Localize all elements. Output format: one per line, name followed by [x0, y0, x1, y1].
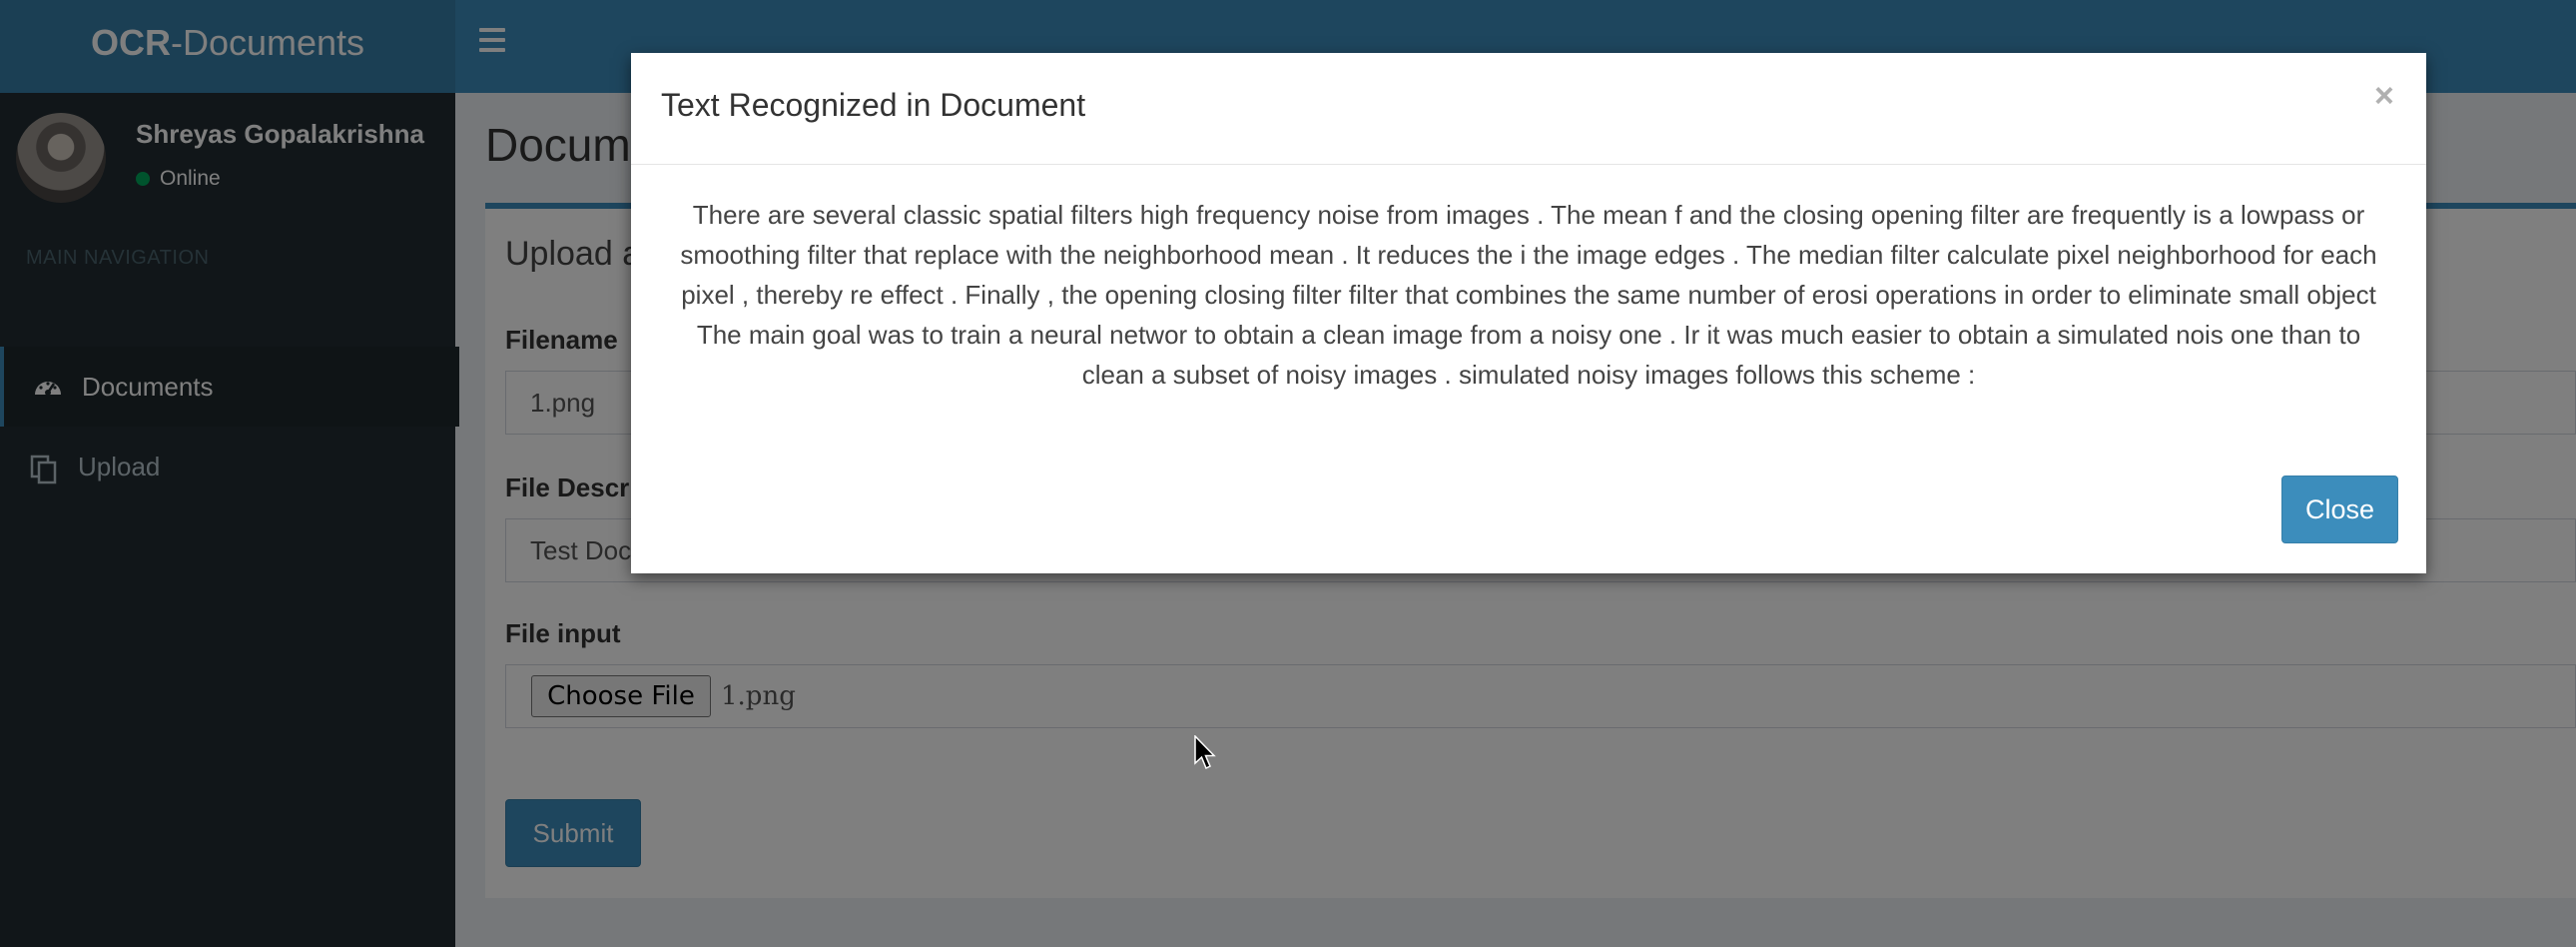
close-icon[interactable]: × [2374, 77, 2394, 116]
recognized-text-line: The main goal was to train a neural netw… [696, 320, 2361, 350]
recognized-text-line: There are several classic spatial filter… [692, 200, 2365, 230]
recognized-text-line: clean a subset of noisy images . simulat… [1081, 360, 1976, 390]
modal-header: Text Recognized in Document × [631, 53, 2426, 165]
recognized-text-line: smoothing filter that replace with the n… [680, 240, 2377, 270]
mouse-cursor-icon [1194, 734, 1216, 771]
modal-body: There are several classic spatial filter… [671, 195, 2386, 395]
modal-title: Text Recognized in Document [661, 87, 1086, 123]
recognized-text-line: pixel , thereby re effect . Finally , th… [681, 280, 2376, 310]
close-button[interactable]: Close [2281, 475, 2398, 543]
ocr-result-modal: Text Recognized in Document × There are … [631, 53, 2426, 573]
